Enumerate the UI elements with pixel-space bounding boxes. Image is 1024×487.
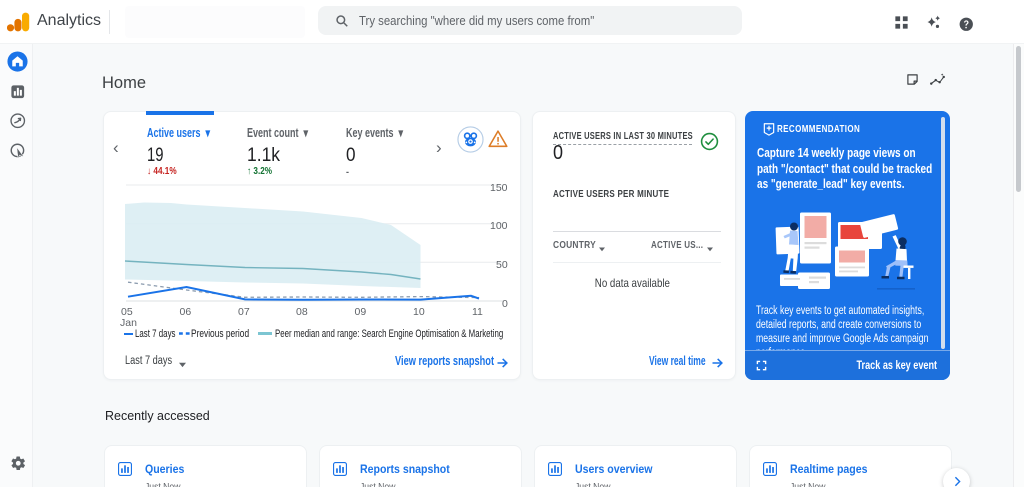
svg-text:09: 09 <box>355 306 367 318</box>
svg-text:08: 08 <box>296 306 308 318</box>
svg-text:11: 11 <box>472 306 483 318</box>
svg-text:100: 100 <box>490 220 508 232</box>
svg-text:50: 50 <box>496 259 508 271</box>
svg-text:150: 150 <box>490 182 508 194</box>
svg-text:10: 10 <box>413 306 425 318</box>
svg-text:06: 06 <box>180 306 192 318</box>
svg-text:07: 07 <box>238 306 250 318</box>
svg-text:0: 0 <box>502 298 508 310</box>
